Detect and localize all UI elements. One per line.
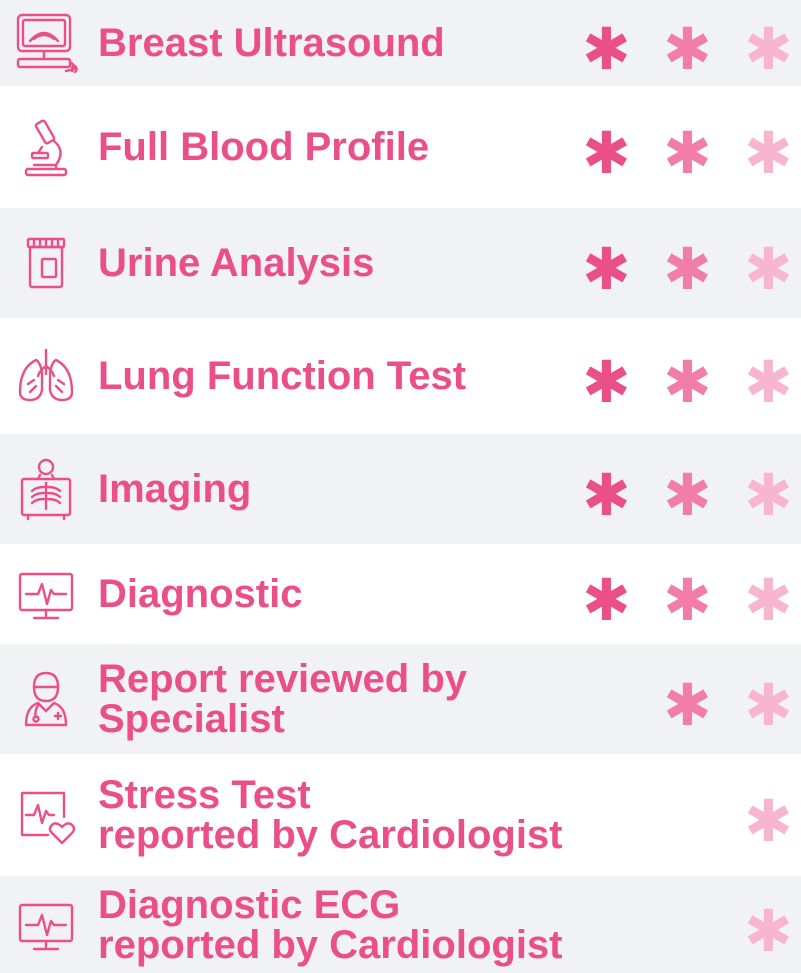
star-icon: ✱: [663, 234, 712, 303]
row-label: Breast Ultrasound: [98, 23, 445, 63]
ecg-monitor-icon: [14, 562, 78, 626]
list-item: Imaging ✱ ✱ ✱: [0, 434, 801, 544]
row-label-line: Lung Function Test: [98, 354, 467, 398]
doctor-icon: [14, 667, 78, 731]
list-item: Full Blood Profile ✱ ✱ ✱: [0, 86, 801, 208]
star-icon: ✱: [744, 786, 793, 855]
row-label-line: Stress Test: [98, 773, 311, 817]
star-icon: ✱: [663, 460, 712, 529]
list-item: Breast Ultrasound ✱ ✱ ✱: [0, 0, 801, 86]
star-icon: ✱: [744, 670, 793, 739]
star-icon: ✱: [663, 14, 712, 83]
star-icon: ✱: [582, 14, 631, 83]
star-icon: ✱: [582, 565, 631, 634]
row-label-line: reported by Cardiologist: [98, 922, 563, 967]
star-icon: ✱: [744, 896, 793, 965]
star-icon: ✱: [663, 565, 712, 634]
star-icon: ✱: [582, 460, 631, 529]
list-item: Stress Test reported by Cardiologist ✱: [0, 754, 801, 876]
list-item: Diagnostic ECG reported by Cardiologist …: [0, 876, 801, 973]
ultrasound-machine-icon: [14, 11, 78, 75]
star-icon: ✱: [663, 347, 712, 416]
lungs-icon: [14, 344, 78, 408]
row-label: Lung Function Test: [98, 356, 466, 396]
heart-monitor-icon: [14, 783, 78, 847]
urine-sample-cup-icon: [14, 231, 78, 295]
star-icon: ✱: [582, 118, 631, 187]
star-icon: ✱: [582, 347, 631, 416]
row-label: Stress Test reported by Cardiologist: [98, 775, 563, 855]
row-label-line: Breast Ultrasound: [98, 21, 445, 65]
star-icon: ✱: [744, 118, 793, 187]
list-item: Urine Analysis ✱ ✱ ✱: [0, 208, 801, 318]
star-icon: ✱: [744, 347, 793, 416]
row-label: Urine Analysis: [98, 243, 374, 283]
row-label-line: Imaging: [98, 467, 252, 511]
row-label-line: Diagnostic: [98, 572, 303, 616]
row-label-line: Full Blood Profile: [98, 125, 430, 169]
row-label: Report reviewed by Specialist: [98, 659, 467, 739]
row-label: Imaging: [98, 469, 251, 509]
star-icon: ✱: [744, 14, 793, 83]
row-label-line: Urine Analysis: [98, 241, 375, 285]
row-label-line: Diagnostic ECG: [98, 882, 401, 927]
microscope-icon: [14, 115, 78, 179]
list-item: Report reviewed by Specialist ✱ ✱: [0, 644, 801, 754]
star-icon: ✱: [744, 234, 793, 303]
row-label-line: Specialist: [98, 697, 285, 741]
star-icon: ✱: [744, 460, 793, 529]
row-label: Diagnostic ECG reported by Cardiologist: [98, 885, 563, 965]
star-icon: ✱: [582, 234, 631, 303]
star-icon: ✱: [744, 565, 793, 634]
test-comparison-list: Breast Ultrasound ✱ ✱ ✱ Full Blood Profi…: [0, 0, 801, 973]
ecg-monitor-icon: [14, 893, 78, 957]
row-label: Diagnostic: [98, 574, 302, 614]
star-icon: ✱: [663, 118, 712, 187]
row-label-line: reported by Cardiologist: [98, 813, 563, 857]
row-label: Full Blood Profile: [98, 127, 429, 167]
list-item: Diagnostic ✱ ✱ ✱: [0, 544, 801, 644]
list-item: Lung Function Test ✱ ✱ ✱: [0, 318, 801, 434]
row-label-line: Report reviewed by: [98, 657, 468, 701]
x-ray-person-icon: [14, 457, 78, 521]
star-icon: ✱: [663, 670, 712, 739]
